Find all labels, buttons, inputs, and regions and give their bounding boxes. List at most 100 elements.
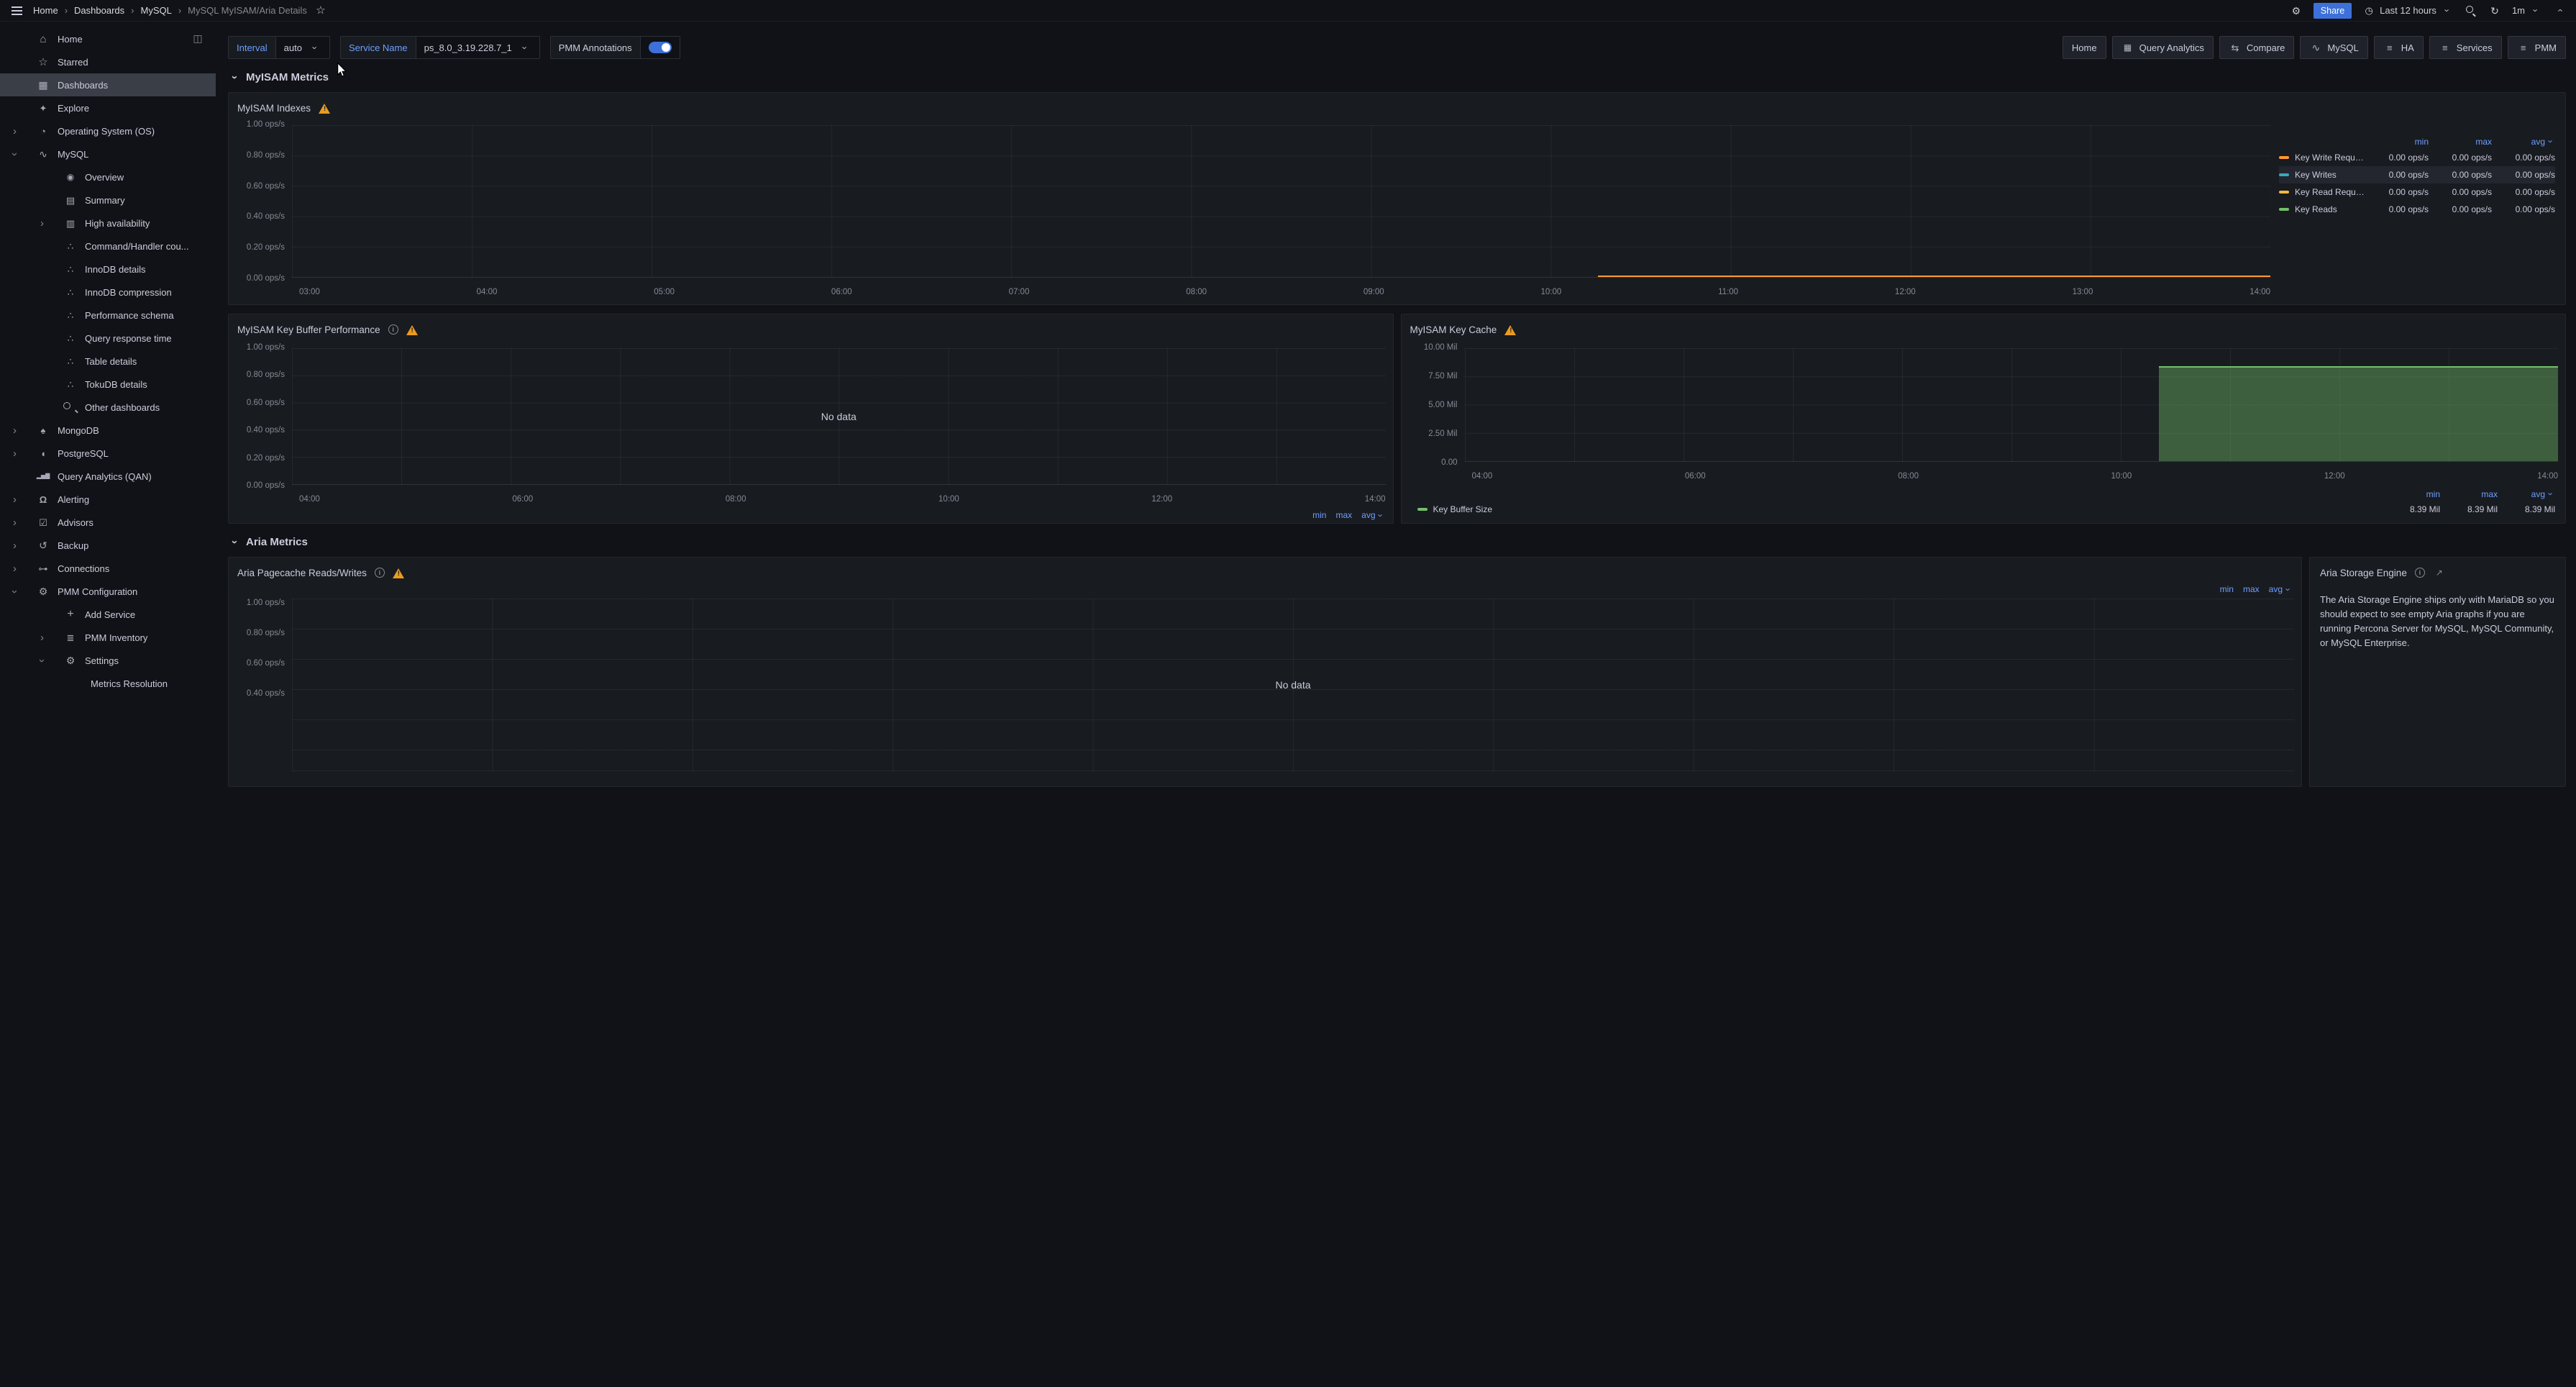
sidebar-item[interactable]: Summary [0, 188, 216, 212]
sidebar-item[interactable]: InnoDB compression [0, 281, 216, 304]
sidebar-item[interactable]: Performance schema [0, 304, 216, 327]
warning-icon[interactable] [1504, 324, 1517, 335]
chart-plot[interactable]: No data [292, 348, 1386, 485]
service-name-label[interactable]: Service Name [340, 36, 416, 59]
query-analytics-link-button[interactable]: Query Analytics [2112, 36, 2214, 59]
legend-link-min[interactable]: min [1312, 510, 1326, 520]
menu-icon[interactable] [10, 4, 23, 17]
dashboard-settings-icon[interactable] [2290, 4, 2303, 17]
panel-title[interactable]: Aria Storage Engine [2320, 568, 2407, 578]
favorite-star-icon[interactable] [314, 4, 327, 17]
series-name[interactable]: Key Reads [2295, 204, 2337, 214]
sidebar-item[interactable]: Add Service [0, 603, 216, 626]
external-link-icon[interactable] [2433, 566, 2446, 579]
series-name[interactable]: Key Write Requests [2295, 153, 2365, 163]
panel-title[interactable]: MyISAM Key Cache [1410, 324, 1497, 335]
services-link-button[interactable]: Services [2429, 36, 2502, 59]
sidebar-item[interactable]: Backup [0, 534, 216, 557]
warning-icon[interactable] [406, 324, 419, 335]
sidebar-item[interactable]: PostgreSQL [0, 442, 216, 465]
sidebar-item[interactable]: Explore [0, 96, 216, 119]
sidebar-item[interactable]: InnoDB details [0, 258, 216, 281]
series-name[interactable]: Key Buffer Size [1433, 504, 1493, 514]
legend-row[interactable]: Key Read Requests 0.00 ops/s 0.00 ops/s … [2279, 183, 2555, 201]
sidebar-item[interactable]: Query response time [0, 327, 216, 350]
section-myisam-metrics[interactable]: MyISAM Metrics [228, 71, 2566, 83]
collapse-topbar-icon[interactable] [2553, 4, 2566, 17]
sidebar-item[interactable]: MySQL [0, 142, 216, 165]
breadcrumb-item[interactable]: Home [33, 5, 58, 16]
sidebar-item[interactable]: Settings [0, 649, 216, 672]
pmm-annotations-toggle[interactable] [649, 42, 672, 53]
sidebar-item-label: MySQL [58, 149, 88, 160]
sidebar-item[interactable]: MongoDB [0, 419, 216, 442]
series-min: 0.00 ops/s [2365, 187, 2429, 197]
pmm-link-button[interactable]: PMM [2508, 36, 2566, 59]
ha-link-button[interactable]: HA [2374, 36, 2424, 59]
legend-header-avg[interactable]: avg [2498, 489, 2555, 499]
panel-title[interactable]: MyISAM Key Buffer Performance [237, 324, 380, 335]
breadcrumb-item[interactable]: MySQL MyISAM/Aria Details [172, 5, 307, 16]
list-icon [2439, 41, 2452, 54]
sidebar-item[interactable]: Table details [0, 350, 216, 373]
legend-header-max[interactable]: max [2429, 137, 2492, 147]
legend-link-avg[interactable]: avg [2269, 584, 2293, 594]
series-name[interactable]: Key Read Requests [2295, 187, 2365, 197]
breadcrumb-item[interactable]: Dashboards [58, 5, 124, 16]
legend-row[interactable]: Key Writes 0.00 ops/s 0.00 ops/s 0.00 op… [2279, 166, 2555, 183]
mysql-link-button[interactable]: MySQL [2300, 36, 2367, 59]
section-aria-metrics[interactable]: Aria Metrics [228, 535, 2566, 548]
info-icon[interactable] [388, 324, 398, 335]
sidebar-item[interactable]: Query Analytics (QAN) [0, 465, 216, 488]
warning-icon[interactable] [319, 103, 331, 114]
legend-link-max[interactable]: max [2243, 584, 2260, 594]
sidebar-item[interactable]: Alerting [0, 488, 216, 511]
info-icon[interactable] [2415, 568, 2425, 578]
y-axis-label: 0.00 ops/s [247, 274, 285, 283]
panel-title[interactable]: Aria Pagecache Reads/Writes [237, 568, 367, 578]
sidebar-item[interactable]: Other dashboards [0, 396, 216, 419]
service-name-select[interactable]: ps_8.0_3.19.228.7_1 [416, 36, 540, 59]
sidebar-item[interactable]: PMM Inventory [0, 626, 216, 649]
sidebar-item[interactable]: TokuDB details [0, 373, 216, 396]
series-name[interactable]: Key Writes [2295, 170, 2337, 180]
panel-title[interactable]: MyISAM Indexes [237, 103, 311, 114]
sidebar-item[interactable]: Advisors [0, 511, 216, 534]
sidebar-item[interactable]: Command/Handler cou... [0, 235, 216, 258]
sidebar-item[interactable]: PMM Configuration [0, 580, 216, 603]
warning-icon[interactable] [393, 568, 405, 578]
legend-row[interactable]: Key Buffer Size 8.39 Mil 8.39 Mil 8.39 M… [1417, 501, 2556, 517]
legend-header-avg[interactable]: avg [2492, 137, 2555, 147]
legend-row[interactable]: Key Reads 0.00 ops/s 0.00 ops/s 0.00 ops… [2279, 201, 2555, 218]
home-link-button[interactable]: Home [2063, 36, 2106, 59]
sidebar-item[interactable]: Overview [0, 165, 216, 188]
sidebar-item[interactable]: Operating System (OS) [0, 119, 216, 142]
legend-link-max[interactable]: max [1335, 510, 1352, 520]
share-button[interactable]: Share [2314, 3, 2352, 19]
y-axis-label: 0.60 ops/s [247, 399, 285, 407]
sidebar-item[interactable]: Home [0, 27, 216, 50]
dock-sidebar-icon[interactable] [191, 32, 204, 45]
info-icon[interactable] [375, 568, 385, 578]
compare-link-button[interactable]: Compare [2219, 36, 2294, 59]
chart-plot[interactable] [292, 125, 2270, 278]
legend-header-max[interactable]: max [2440, 489, 2498, 499]
sidebar-item[interactable]: Metrics Resolution [0, 672, 216, 695]
time-range-picker[interactable]: Last 12 hours [2362, 4, 2454, 17]
legend-header-min[interactable]: min [2383, 489, 2440, 499]
sidebar-item[interactable]: Dashboards [0, 73, 216, 96]
chart-plot[interactable] [1465, 348, 2559, 462]
refresh-icon[interactable] [2488, 4, 2501, 17]
breadcrumb-item[interactable]: MySQL [124, 5, 172, 16]
legend-link-min[interactable]: min [2220, 584, 2234, 594]
interval-select[interactable]: auto [275, 36, 330, 59]
refresh-interval-picker[interactable]: 1m [2512, 4, 2542, 17]
zoom-out-icon[interactable] [2465, 4, 2477, 17]
legend-link-avg[interactable]: avg [1361, 510, 1385, 520]
legend-header-min[interactable]: min [2365, 137, 2429, 147]
sidebar-item[interactable]: Starred [0, 50, 216, 73]
chart-plot[interactable]: No data [292, 599, 2294, 771]
legend-row[interactable]: Key Write Requests 0.00 ops/s 0.00 ops/s… [2279, 149, 2555, 166]
sidebar-item[interactable]: Connections [0, 557, 216, 580]
sidebar-item[interactable]: High availability [0, 212, 216, 235]
